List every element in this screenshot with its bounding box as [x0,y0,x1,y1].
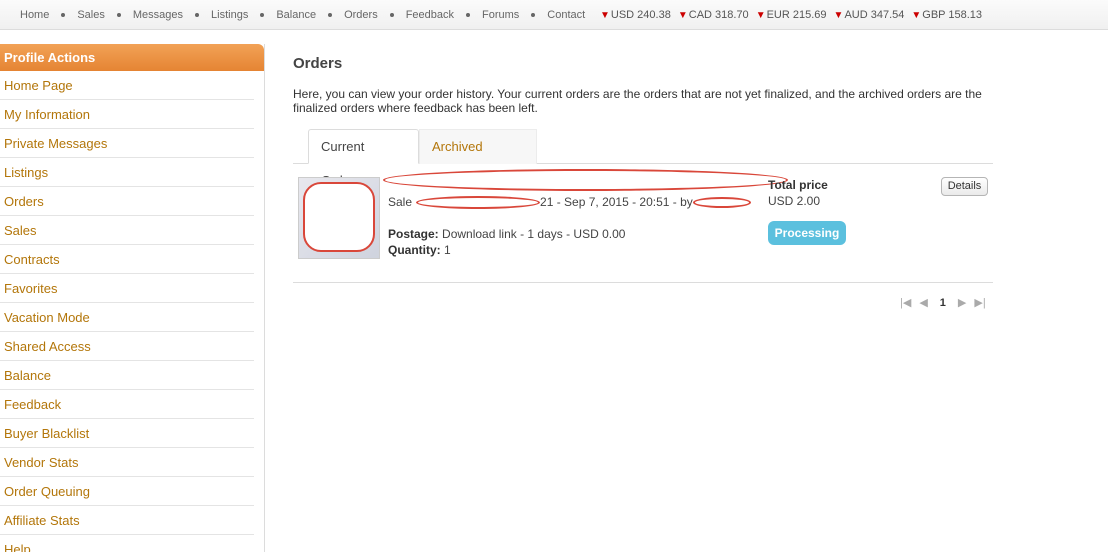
sidebar-header: Profile Actions [0,44,264,71]
sidebar-item-affiliate-stats[interactable]: Affiliate Stats [0,506,254,535]
sidebar-item-contracts[interactable]: Contracts [0,245,254,274]
nav-separator [61,13,66,17]
sidebar-item-vendor-stats[interactable]: Vendor Stats [0,448,254,477]
nav-separator [328,13,333,17]
current-page: 1 [939,296,946,309]
sidebar-item-feedback[interactable]: Feedback [0,390,254,419]
redaction-mark [303,182,375,252]
rate-aud: ▼AUD 347.54 [833,9,905,21]
down-triangle-icon: ▼ [677,10,688,21]
page-title: Orders [293,55,343,72]
rate-usd: ▼USD 240.38 [600,9,671,21]
pagination: |◀ ◀ 1 ▶ ▶| [896,296,990,310]
details-button[interactable]: Details [941,177,988,196]
sidebar-item-vacation-mode[interactable]: Vacation Mode [0,303,254,332]
sidebar-item-sales[interactable]: Sales [0,216,254,245]
tab-archived-orders[interactable]: Archived Orders [419,129,537,188]
total-price-value: USD 2.00 [768,194,821,208]
last-page-icon[interactable]: ▶| [974,296,985,309]
next-page-icon[interactable]: ▶ [958,296,966,309]
sidebar-item-shared-access[interactable]: Shared Access [0,332,254,361]
tab-current-orders[interactable]: Current Orders [308,129,419,188]
redaction-mark [383,169,788,191]
nav-separator [389,13,394,17]
sidebar-list: Home Page My Information Private Message… [0,71,264,552]
topnav-sales[interactable]: Sales [77,9,105,21]
top-nav: Home Sales Messages Listings Balance Ord… [20,9,585,21]
order-tabs: Current Orders Archived Orders [293,129,993,188]
nav-separator [531,13,536,17]
order-row: Sale 21 - Sep 7, 2015 - 20:51 - by Postag… [293,169,993,283]
down-triangle-icon: ▼ [833,10,844,21]
sidebar-item-orders[interactable]: Orders [0,187,254,216]
nav-separator [260,13,265,17]
rate-gbp: ▼GBP 158.13 [911,9,983,21]
topnav-orders[interactable]: Orders [344,9,378,21]
sidebar-item-listings[interactable]: Listings [0,158,254,187]
nav-separator [466,13,471,17]
topnav-feedback[interactable]: Feedback [406,9,454,21]
topnav-messages[interactable]: Messages [133,9,183,21]
sidebar-item-my-information[interactable]: My Information [0,100,254,129]
nav-separator [195,13,200,17]
nav-separator [116,13,121,17]
sidebar-item-private-messages[interactable]: Private Messages [0,129,254,158]
down-triangle-icon: ▼ [911,10,922,21]
topnav-home[interactable]: Home [20,9,49,21]
status-badge: Processing [768,221,846,245]
page-intro: Here, you can view your order history. Y… [293,87,982,115]
redaction-mark [416,196,540,209]
topnav-forums[interactable]: Forums [482,9,519,21]
rate-eur: ▼EUR 215.69 [755,9,827,21]
redaction-mark [693,197,751,208]
topnav-contact[interactable]: Contact [547,9,585,21]
sidebar-item-help[interactable]: Help [0,535,254,552]
sidebar-item-buyer-blacklist[interactable]: Buyer Blacklist [0,419,254,448]
topnav-listings[interactable]: Listings [211,9,248,21]
product-thumbnail[interactable] [298,177,380,259]
total-price-label: Total price [768,178,828,192]
sidebar-item-home-page[interactable]: Home Page [0,71,254,100]
main-content: Orders Here, you can view your order his… [293,54,993,309]
topnav-balance[interactable]: Balance [276,9,316,21]
sidebar-item-favorites[interactable]: Favorites [0,274,254,303]
down-triangle-icon: ▼ [600,10,610,21]
rate-cad: ▼CAD 318.70 [677,9,749,21]
postage-info: Postage: Download link - 1 days - USD 0.… [388,227,626,241]
prev-page-icon[interactable]: ◀ [919,296,927,309]
sidebar-item-order-queuing[interactable]: Order Queuing [0,477,254,506]
quantity-info: Quantity: 1 [388,243,451,257]
sidebar: Profile Actions Home Page My Information… [0,44,265,552]
first-page-icon[interactable]: |◀ [900,296,911,309]
down-triangle-icon: ▼ [755,10,766,21]
exchange-rates: ▼USD 240.38 ▼CAD 318.70 ▼EUR 215.69 ▼AUD… [600,9,989,21]
sidebar-item-balance[interactable]: Balance [0,361,254,390]
top-bar: Home Sales Messages Listings Balance Ord… [0,0,1108,30]
